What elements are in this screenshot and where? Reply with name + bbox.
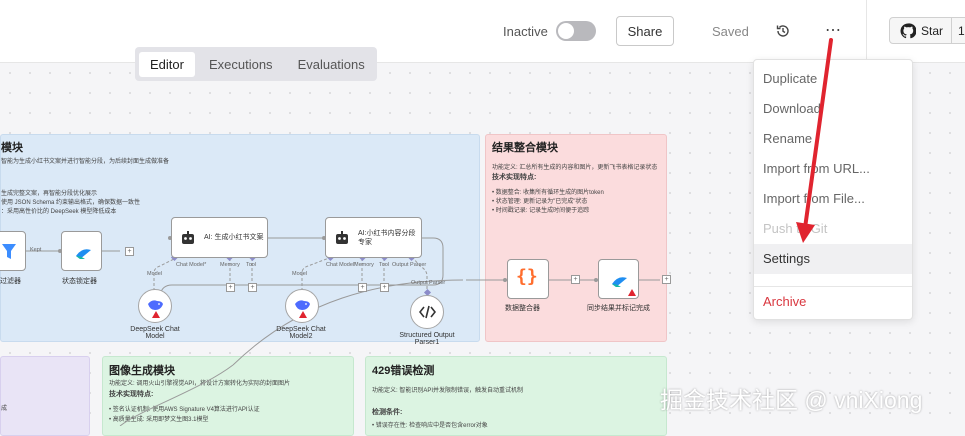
- watermark: 掘金技术社区 @ vniXiong: [660, 387, 923, 413]
- annotation-arrow: [796, 38, 833, 243]
